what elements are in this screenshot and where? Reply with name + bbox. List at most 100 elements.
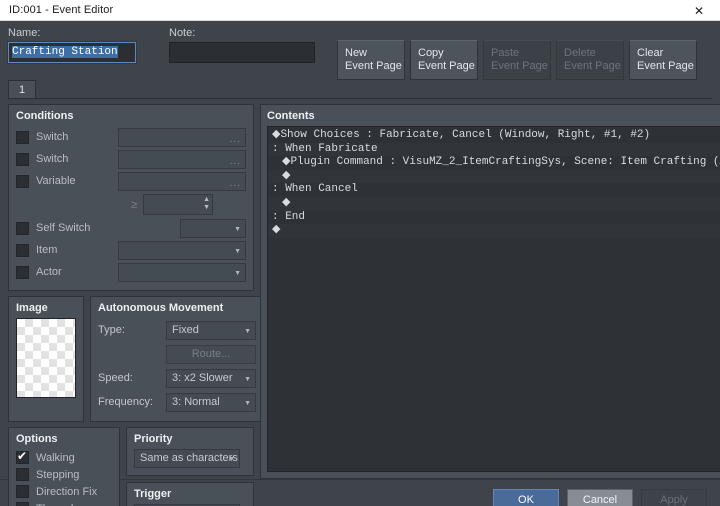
name-input[interactable]: Crafting Station [7, 41, 137, 64]
condition-row-switch-1: Switch ... [16, 126, 246, 148]
condition-row-switch-2: Switch ... [16, 148, 246, 170]
through-label: Through [36, 503, 77, 506]
condition-row-item: Item [16, 239, 246, 261]
variable-comparator: ≥ [131, 198, 138, 211]
switch-2-checkbox[interactable] [16, 152, 29, 166]
actor-label: Actor [36, 266, 62, 278]
variable-value-stepper[interactable]: ▲ ▼ [143, 194, 214, 215]
name-field-group: Name: Crafting Station [7, 27, 137, 64]
condition-row-variable: Variable ... [16, 170, 246, 192]
event-command-list[interactable]: ◆Show Choices : Fabricate, Cancel (Windo… [267, 126, 720, 472]
event-command-line[interactable]: ◆ [268, 169, 720, 184]
name-label: Name: [8, 27, 41, 39]
event-command-line[interactable]: : When Cancel [268, 183, 720, 197]
variable-comparison-row: ≥ ▲ ▼ [16, 192, 246, 217]
stepper-arrows-icon[interactable]: ▲ ▼ [203, 196, 210, 212]
window-title: ID:001 - Event Editor [9, 4, 114, 16]
contents-group: Contents ◆Show Choices : Fabricate, Canc… [260, 104, 720, 479]
ellipsis-icon: ... [229, 155, 241, 167]
stepping-label: Stepping [36, 468, 80, 481]
actor-checkbox[interactable] [16, 265, 29, 279]
trigger-title: Trigger [134, 488, 172, 500]
dialog-body: Name: Crafting Station Note: New Event P… [0, 21, 720, 506]
name-input-value: Crafting Station [12, 46, 118, 58]
variable-picker[interactable]: ... [118, 171, 246, 191]
clear-event-page-line2: Event Page [637, 60, 694, 72]
left-column: Conditions Switch ... Switch ... Variabl… [8, 104, 264, 506]
event-page-tabs: 1 [8, 80, 712, 99]
ellipsis-icon: ... [229, 177, 241, 189]
apply-button: Apply [641, 489, 707, 506]
movement-type-label: Type: [98, 324, 125, 336]
paste-event-page-button: Paste Event Page [483, 40, 551, 80]
walking-checkbox[interactable] [16, 449, 29, 464]
self-switch-checkbox[interactable] [16, 221, 29, 235]
option-row-through: Through [16, 500, 112, 506]
conditions-title: Conditions [16, 110, 74, 122]
self-switch-label: Self Switch [36, 222, 91, 234]
item-label: Item [36, 244, 58, 256]
note-label: Note: [169, 27, 196, 39]
ellipsis-icon: ... [229, 133, 241, 145]
delete-event-page-button: Delete Event Page [556, 40, 624, 80]
title-bar: ID:001 - Event Editor ✕ [0, 0, 720, 21]
switch-1-checkbox[interactable] [16, 130, 29, 144]
switch-1-picker[interactable]: ... [118, 127, 246, 147]
copy-event-page-line2: Event Page [418, 60, 475, 72]
page-buttons-group: New Event Page Copy Event Page Paste Eve… [337, 40, 697, 80]
header-row: Name: Crafting Station Note: New Event P… [0, 21, 720, 81]
stepping-checkbox[interactable] [16, 468, 29, 481]
copy-event-page-line1: Copy [418, 47, 444, 59]
image-title: Image [16, 302, 48, 314]
movement-type-row: Type: Fixed [98, 318, 256, 342]
note-input[interactable] [169, 42, 315, 63]
movement-speed-label: Speed: [98, 372, 133, 384]
condition-row-self-switch: Self Switch [16, 217, 246, 239]
event-command-line[interactable]: ◆Show Choices : Fabricate, Cancel (Windo… [268, 129, 720, 143]
movement-route-row: Route... [98, 342, 256, 366]
cancel-button[interactable]: Cancel [567, 489, 633, 506]
paste-event-page-line1: Paste [491, 47, 520, 59]
main-area: Conditions Switch ... Switch ... Variabl… [0, 99, 720, 506]
switch-2-label: Switch [36, 153, 69, 165]
movement-frequency-label: Frequency: [98, 396, 154, 408]
self-switch-combo[interactable] [180, 218, 246, 238]
contents-title: Contents [267, 110, 315, 122]
image-group: Image [8, 296, 84, 422]
character-image-preview[interactable] [16, 318, 76, 398]
ok-button[interactable]: OK [493, 489, 559, 506]
event-command-line[interactable]: : When Fabricate [268, 142, 720, 157]
new-event-page-button[interactable]: New Event Page [337, 40, 405, 80]
clear-event-page-button[interactable]: Clear Event Page [629, 40, 697, 80]
event-command-line[interactable]: ◆ [268, 196, 720, 211]
event-editor-window: ID:001 - Event Editor ✕ Name: Crafting S… [0, 0, 720, 506]
switch-1-label: Switch [36, 131, 69, 143]
paste-event-page-line2: Event Page [491, 60, 548, 72]
close-icon[interactable]: ✕ [678, 0, 720, 21]
priority-title: Priority [134, 433, 173, 445]
through-checkbox[interactable] [16, 502, 29, 506]
priority-group: Priority Same as characters [126, 427, 254, 476]
tab-page-1[interactable]: 1 [8, 80, 36, 98]
variable-checkbox[interactable] [16, 174, 29, 188]
conditions-group: Conditions Switch ... Switch ... Variabl… [8, 104, 254, 291]
movement-speed-combo[interactable]: 3: x2 Slower [166, 368, 256, 388]
event-command-line[interactable]: ◆Plugin Command : VisuMZ_2_ItemCraftingS… [268, 156, 720, 170]
actor-combo[interactable] [118, 262, 246, 282]
copy-event-page-button[interactable]: Copy Event Page [410, 40, 478, 80]
event-command-line[interactable]: ◆ [268, 224, 720, 238]
trigger-group: Trigger Action Button [126, 482, 254, 506]
switch-2-picker[interactable]: ... [118, 149, 246, 169]
new-event-page-line2: Event Page [345, 60, 402, 72]
direction-fix-label: Direction Fix [36, 485, 98, 498]
movement-route-button: Route... [166, 344, 256, 364]
option-row-walking: Walking [16, 449, 112, 466]
movement-type-combo[interactable]: Fixed [166, 320, 256, 340]
event-command-line[interactable]: : End [268, 210, 720, 225]
movement-frequency-combo[interactable]: 3: Normal [166, 392, 256, 412]
priority-combo[interactable]: Same as characters [134, 449, 240, 468]
direction-fix-checkbox[interactable] [16, 485, 29, 498]
item-combo[interactable] [118, 240, 246, 260]
item-checkbox[interactable] [16, 243, 29, 257]
note-field-group: Note: [169, 27, 315, 63]
